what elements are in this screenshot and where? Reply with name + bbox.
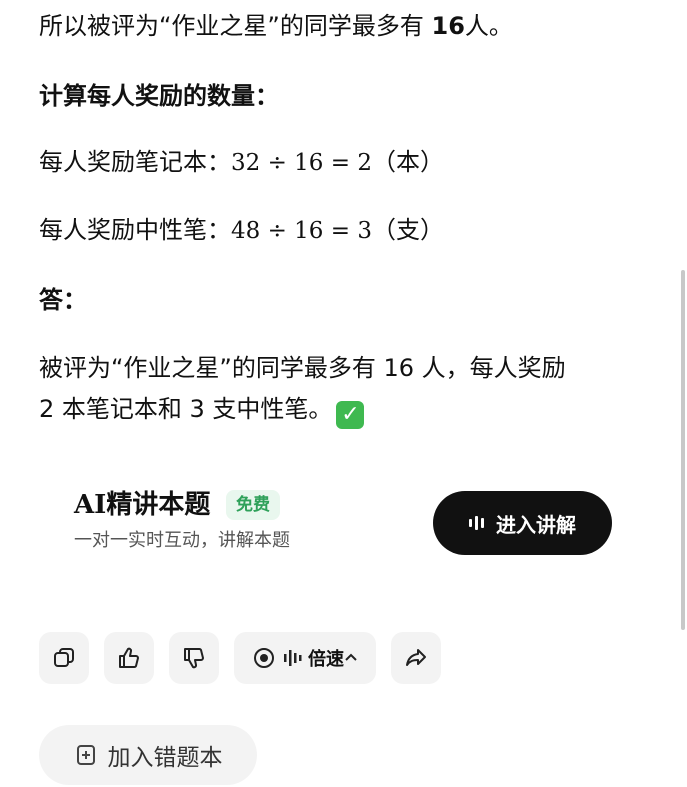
- check-mark-icon: ✓: [336, 401, 365, 429]
- share-icon: [406, 649, 426, 666]
- answer-heading: 答：: [39, 286, 87, 314]
- record-icon: [254, 648, 274, 668]
- final-answer-line-2: 2 本笔记本和 3 支中性笔。 ✓: [39, 393, 365, 429]
- dislike-button[interactable]: [169, 632, 219, 684]
- ai-card-subtitle: 一对一实时互动，讲解本题: [74, 530, 290, 551]
- like-button[interactable]: [104, 632, 154, 684]
- final-answer-text: 2 本笔记本和 3 支中性笔。: [39, 395, 333, 423]
- scrollbar[interactable]: [681, 270, 685, 630]
- conclusion-line: 所以被评为“作业之星”的同学最多有 16人。: [39, 10, 513, 42]
- section-heading: 计算每人奖励的数量：: [39, 82, 279, 110]
- enter-explanation-button[interactable]: 进入讲解: [433, 491, 612, 555]
- share-button[interactable]: [391, 632, 441, 684]
- add-mistake-book-label: 加入错题本: [107, 745, 223, 771]
- enter-explanation-label: 进入讲解: [496, 512, 576, 537]
- conclusion-tail: 人。: [464, 12, 513, 40]
- pen-line: 每人奖励中性笔：48 ÷ 16 = 3（支）: [39, 214, 444, 247]
- conclusion-text: 所以被评为“作业之星”的同学最多有: [39, 12, 432, 40]
- notebook-line: 每人奖励笔记本：32 ÷ 16 = 2（本）: [39, 146, 444, 179]
- pen-expression: 48 ÷ 16 = 3: [231, 218, 372, 244]
- pen-unit: （支）: [371, 216, 444, 244]
- chevron-up-icon: [345, 653, 357, 661]
- copy-icon: [54, 648, 74, 667]
- add-mistake-book-button[interactable]: 加入错题本: [39, 725, 257, 785]
- add-box-icon: [76, 745, 95, 765]
- pen-label: 每人奖励中性笔：: [39, 216, 231, 244]
- final-answer-line-1: 被评为“作业之星”的同学最多有 16 人，每人奖励: [39, 354, 566, 382]
- thumbs-down-icon: [184, 647, 204, 669]
- notebook-expression: 32 ÷ 16 = 2: [231, 150, 372, 176]
- audio-bars-icon: [469, 516, 484, 530]
- copy-button[interactable]: [39, 632, 89, 684]
- notebook-unit: （本）: [371, 148, 444, 176]
- conclusion-number: 16: [431, 12, 465, 40]
- notebook-label: 每人奖励笔记本：: [39, 148, 231, 176]
- speed-label: 倍速: [308, 649, 344, 670]
- thumbs-up-icon: [119, 647, 139, 669]
- free-badge: 免费: [226, 490, 280, 520]
- audio-wave-icon: [284, 650, 302, 666]
- ai-card-title: AI精讲本题: [74, 490, 211, 520]
- speed-button[interactable]: 倍速: [234, 632, 376, 684]
